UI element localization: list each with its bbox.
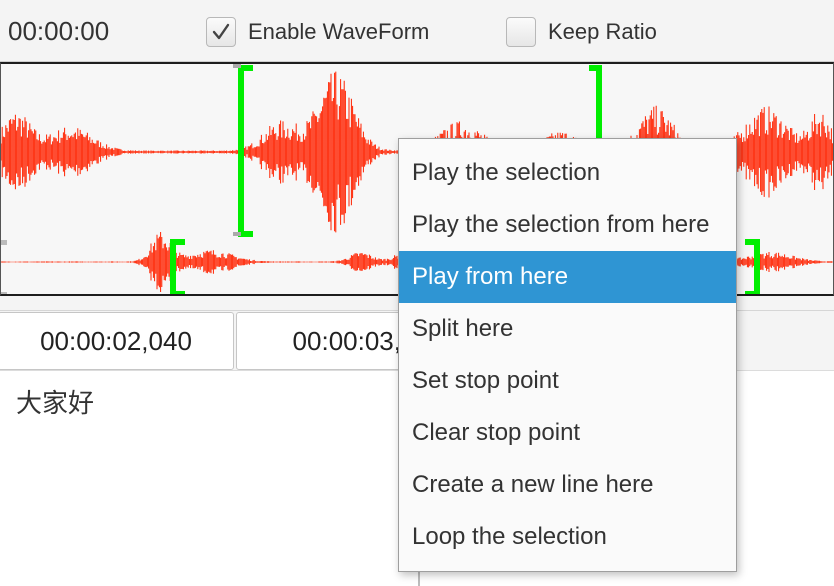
current-time-label: 00:00:00	[8, 16, 110, 46]
keep-ratio-checkbox-box[interactable]	[506, 17, 536, 47]
selection-end-marker-top[interactable]	[589, 65, 602, 144]
menu-item-create-new-line[interactable]: Create a new line here	[399, 459, 736, 511]
enable-waveform-checkbox[interactable]: Enable WaveForm	[206, 16, 429, 48]
menu-item-loop-selection[interactable]: Loop the selection	[399, 511, 736, 563]
keep-ratio-checkbox[interactable]: Keep Ratio	[506, 16, 657, 48]
keep-ratio-label: Keep Ratio	[548, 19, 657, 44]
menu-item-set-stop-point[interactable]: Set stop point	[399, 355, 736, 407]
checkmark-icon	[212, 23, 230, 40]
menu-item-play-selection[interactable]: Play the selection	[399, 147, 736, 199]
marker-handle[interactable]	[233, 64, 241, 68]
toolbar: 00:00:00 Enable WaveForm Keep Ratio	[0, 0, 834, 62]
marker-handle[interactable]	[1, 292, 7, 296]
start-time-field[interactable]: 00:00:02,040	[0, 312, 234, 370]
marker-handle[interactable]	[1, 240, 7, 245]
selection-end-marker-bottom[interactable]	[745, 239, 760, 294]
enable-waveform-checkbox-box[interactable]	[206, 17, 236, 47]
menu-item-play-selection-from-here[interactable]: Play the selection from here	[399, 199, 736, 251]
enable-waveform-label: Enable WaveForm	[248, 19, 430, 44]
menu-item-split-here[interactable]: Split here	[399, 303, 736, 355]
waveform-context-menu: Play the selection Play the selection fr…	[398, 138, 737, 572]
menu-item-play-from-here[interactable]: Play from here	[399, 251, 736, 303]
subtitle-text[interactable]: 大家好	[16, 383, 94, 420]
menu-item-clear-stop-point[interactable]: Clear stop point	[399, 407, 736, 459]
marker-handle[interactable]	[233, 232, 241, 236]
